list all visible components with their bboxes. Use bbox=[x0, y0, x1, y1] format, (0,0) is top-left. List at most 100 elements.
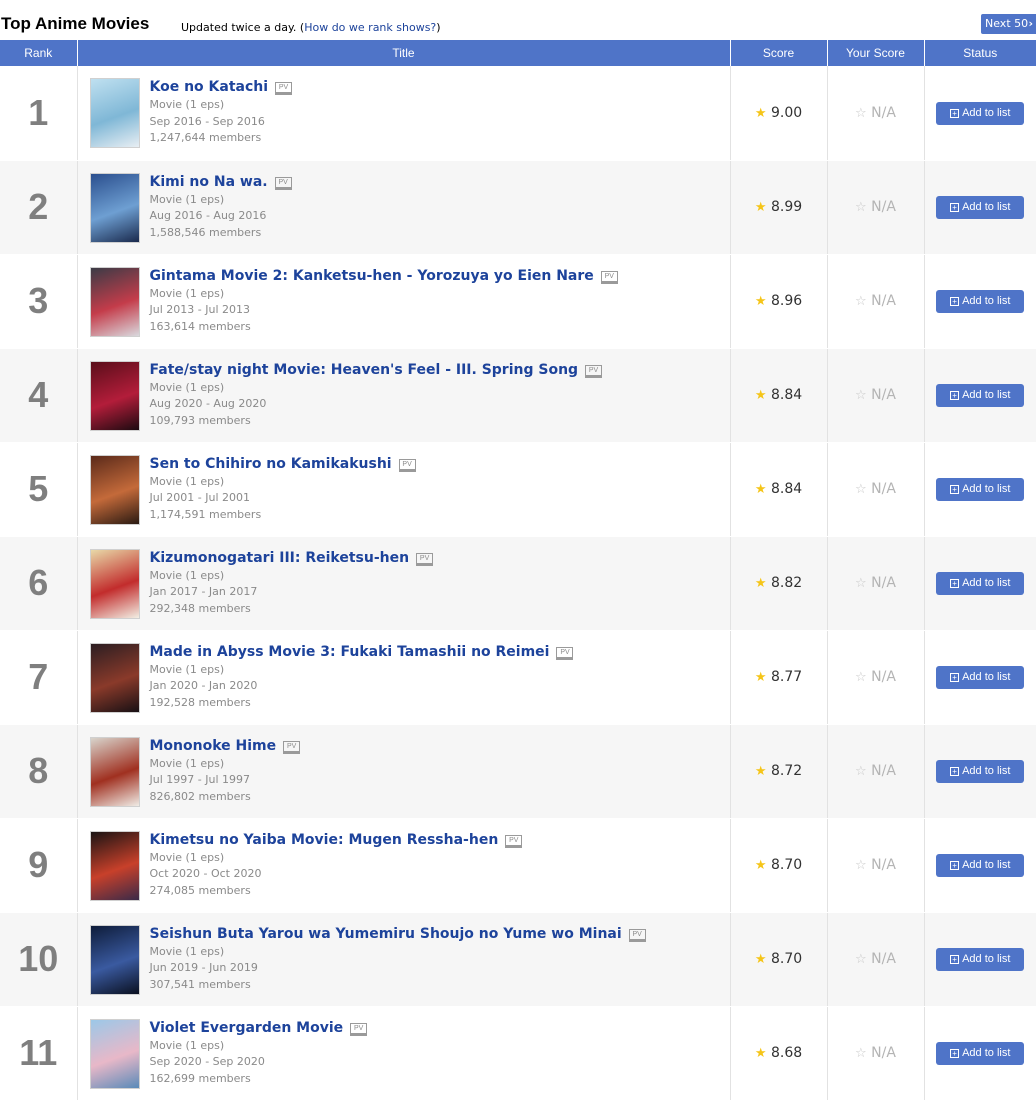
pv-video-icon[interactable]: PV bbox=[556, 646, 574, 660]
anime-info: Seishun Buta Yarou wa Yumemiru Shoujo no… bbox=[150, 923, 646, 994]
title-cell: Kizumonogatari III: Reiketsu-hen PV Movie … bbox=[77, 536, 731, 631]
add-to-list-button[interactable]: + Add to list bbox=[936, 666, 1025, 689]
ranking-info-link[interactable]: How do we rank shows? bbox=[304, 21, 436, 34]
pv-video-icon[interactable]: PV bbox=[505, 834, 523, 848]
add-to-list-button[interactable]: + Add to list bbox=[936, 760, 1025, 783]
add-to-list-button[interactable]: + Add to list bbox=[936, 854, 1025, 877]
plus-box-icon: + bbox=[950, 297, 960, 306]
pv-video-icon[interactable]: PV bbox=[398, 458, 416, 472]
anime-poster-image[interactable] bbox=[89, 78, 140, 148]
anime-title-link[interactable]: Kimetsu no Yaiba Movie: Mugen Ressha-hen bbox=[150, 832, 499, 848]
star-icon: ★ bbox=[754, 858, 767, 873]
add-to-list-label: Add to list bbox=[962, 1047, 1011, 1059]
star-outline-icon: ☆ bbox=[855, 105, 867, 121]
pv-video-icon[interactable]: PV bbox=[283, 740, 301, 754]
pv-video-icon[interactable]: PV bbox=[416, 552, 434, 566]
anime-poster-image[interactable] bbox=[89, 266, 140, 337]
anime-members: 1,174,591 members bbox=[149, 507, 262, 521]
anime-poster-image[interactable] bbox=[89, 360, 140, 431]
pv-video-icon[interactable]: PV bbox=[628, 928, 646, 942]
plus-box-icon: + bbox=[950, 861, 960, 870]
score-cell: ★ 8.72 bbox=[730, 724, 828, 819]
anime-poster-image[interactable] bbox=[89, 172, 140, 243]
update-note: Updated twice a day. (How do we rank sho… bbox=[181, 21, 441, 34]
add-to-list-label: Add to list bbox=[962, 201, 1011, 213]
score-cell: ★ 8.70 bbox=[730, 912, 828, 1007]
anime-title-link[interactable]: Sen to Chihiro no Kamikakushi bbox=[150, 456, 392, 472]
anime-poster-image[interactable] bbox=[89, 924, 140, 995]
score-cell: ★ 8.99 bbox=[730, 160, 828, 255]
anime-dates: Jan 2017 - Jan 2017 bbox=[149, 585, 258, 598]
pv-video-icon[interactable]: PV bbox=[274, 176, 292, 190]
add-to-list-button[interactable]: + Add to list bbox=[936, 948, 1025, 971]
score-value: 8.68 bbox=[770, 1045, 803, 1061]
anime-info: Sen to Chihiro no Kamikakushi PV Movie (1 … bbox=[150, 453, 416, 524]
your-score-cell: ☆ N/A bbox=[827, 254, 925, 349]
title-cell: Gintama Movie 2: Kanketsu-hen - Yorozuya… bbox=[77, 254, 731, 349]
rank-number: 3 bbox=[0, 254, 78, 349]
pv-video-icon[interactable]: PV bbox=[350, 1022, 368, 1036]
your-score-cell: ☆ N/A bbox=[827, 536, 925, 631]
score-value: 8.70 bbox=[770, 951, 803, 967]
anime-type: Movie (1 eps) bbox=[149, 192, 225, 206]
anime-members: 109,793 members bbox=[149, 413, 251, 427]
add-to-list-button[interactable]: + Add to list bbox=[936, 1042, 1025, 1065]
title-cell: Fate/stay night Movie: Heaven's Feel - I… bbox=[77, 348, 731, 443]
star-icon: ★ bbox=[754, 670, 767, 685]
anime-title-link[interactable]: Seishun Buta Yarou wa Yumemiru Shoujo no… bbox=[150, 926, 622, 942]
anime-info: Fate/stay night Movie: Heaven's Feel - I… bbox=[150, 359, 603, 430]
add-to-list-label: Add to list bbox=[962, 671, 1011, 683]
rank-number: 9 bbox=[0, 818, 78, 913]
anime-title-link[interactable]: Mononoke Hime bbox=[150, 738, 277, 754]
add-to-list-button[interactable]: + Add to list bbox=[936, 572, 1025, 595]
anime-title-link[interactable]: Koe no Katachi bbox=[150, 79, 269, 95]
pv-video-icon[interactable]: PV bbox=[600, 270, 618, 284]
add-to-list-label: Add to list bbox=[962, 765, 1011, 777]
anime-poster-image[interactable] bbox=[89, 454, 140, 525]
anime-poster-image[interactable] bbox=[89, 830, 140, 901]
add-to-list-button[interactable]: + Add to list bbox=[936, 196, 1025, 219]
anime-type: Movie (1 eps) bbox=[149, 850, 225, 864]
anime-poster-image[interactable] bbox=[89, 1018, 140, 1089]
anime-type: Movie (1 eps) bbox=[149, 662, 225, 676]
your-score-cell: ☆ N/A bbox=[827, 912, 925, 1007]
rank-number: 8 bbox=[0, 724, 78, 819]
your-score-cell: ☆ N/A bbox=[827, 818, 925, 913]
score-value: 8.84 bbox=[770, 481, 803, 497]
star-outline-icon: ☆ bbox=[855, 294, 867, 309]
anime-poster-image[interactable] bbox=[89, 642, 140, 713]
anime-title-link[interactable]: Made in Abyss Movie 3: Fukaki Tamashii n… bbox=[150, 644, 550, 660]
status-cell: + Add to list bbox=[924, 254, 1036, 349]
table-row: 5 Sen to Chihiro no Kamikakushi PV Movie (1… bbox=[0, 442, 1036, 537]
add-to-list-button[interactable]: + Add to list bbox=[936, 290, 1025, 313]
anime-poster-image[interactable] bbox=[89, 736, 140, 807]
star-outline-icon: ☆ bbox=[855, 670, 867, 685]
next-50-button[interactable]: Next 50 › bbox=[981, 14, 1036, 34]
your-score-value: N/A bbox=[871, 575, 896, 591]
pv-video-icon[interactable]: PV bbox=[275, 82, 293, 95]
score-cell: ★ 8.77 bbox=[730, 630, 828, 725]
star-icon: ★ bbox=[754, 482, 767, 497]
anime-dates: Aug 2016 - Aug 2016 bbox=[149, 209, 267, 222]
anime-title-link[interactable]: Fate/stay night Movie: Heaven's Feel - I… bbox=[150, 362, 579, 378]
anime-title-link[interactable]: Gintama Movie 2: Kanketsu-hen - Yorozuya… bbox=[150, 268, 594, 284]
anime-dates: Jul 2013 - Jul 2013 bbox=[149, 303, 251, 316]
column-score: Score bbox=[730, 40, 828, 66]
anime-dates: Jan 2020 - Jan 2020 bbox=[149, 679, 258, 692]
anime-poster-image[interactable] bbox=[89, 548, 140, 619]
pv-video-icon[interactable]: PV bbox=[585, 364, 603, 378]
anime-dates: Sep 2016 - Sep 2016 bbox=[149, 114, 265, 128]
anime-type: Movie (1 eps) bbox=[149, 98, 225, 111]
star-icon: ★ bbox=[754, 388, 767, 403]
table-row: 3 Gintama Movie 2: Kanketsu-hen - Yorozuy… bbox=[0, 254, 1036, 349]
anime-title-link[interactable]: Violet Evergarden Movie bbox=[150, 1020, 344, 1036]
column-title: Title bbox=[77, 40, 731, 66]
your-score-value: N/A bbox=[871, 104, 896, 121]
add-to-list-button[interactable]: + Add to list bbox=[936, 478, 1025, 501]
add-to-list-button[interactable]: + Add to list bbox=[936, 101, 1025, 125]
anime-title-link[interactable]: Kizumonogatari III: Reiketsu-hen bbox=[150, 550, 410, 566]
status-cell: + Add to list bbox=[924, 630, 1036, 725]
add-to-list-button[interactable]: + Add to list bbox=[936, 384, 1025, 407]
table-row: 7 Made in Abyss Movie 3: Fukaki Tamashii … bbox=[0, 630, 1036, 725]
anime-title-link[interactable]: Kimi no Na wa. bbox=[150, 174, 268, 190]
